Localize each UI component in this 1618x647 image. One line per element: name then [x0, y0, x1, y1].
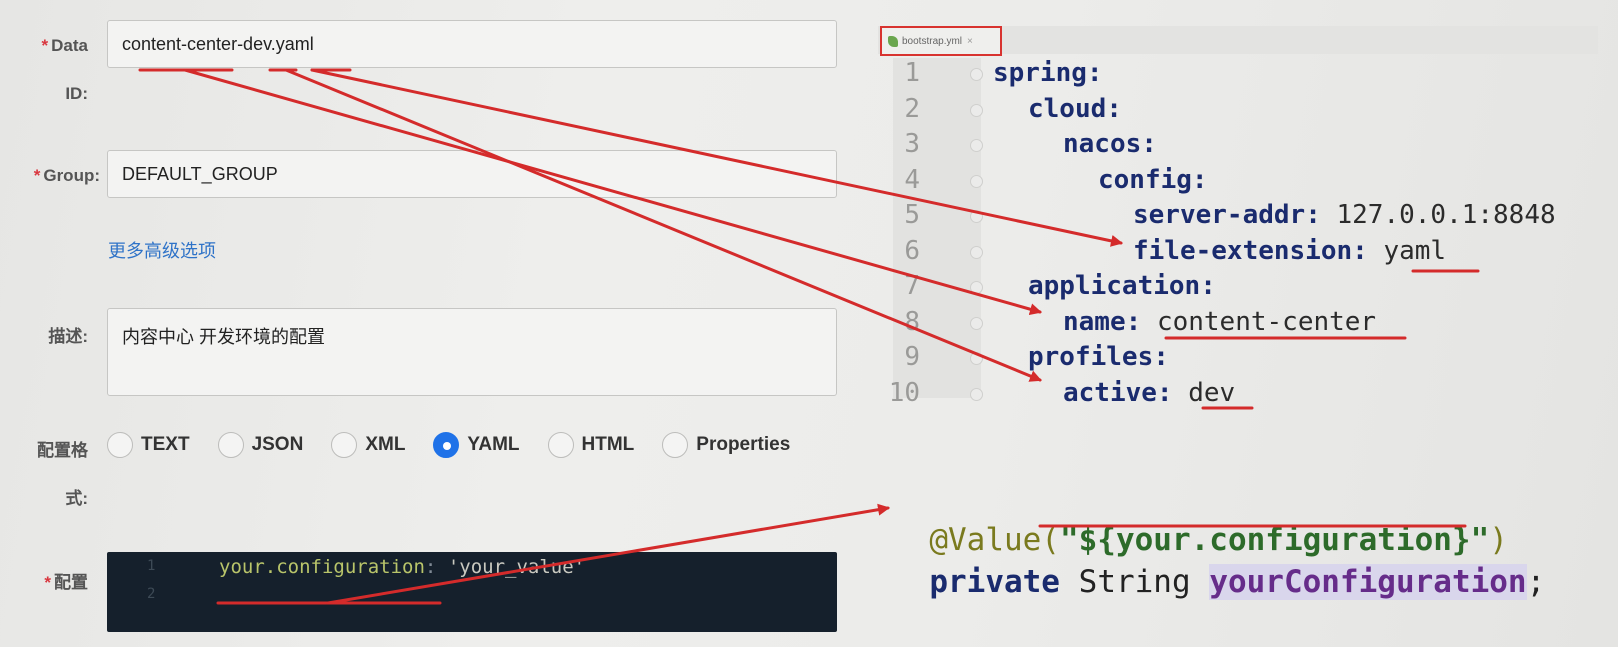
fold-marker-icon[interactable]	[970, 281, 983, 294]
config-editor[interactable]: 1 2 your.configuration: 'your_value'	[107, 552, 837, 632]
data-id-label-line2: ID:	[65, 84, 88, 103]
line-number: 6	[904, 235, 920, 266]
java-field-line: private String yourConfiguration;	[929, 564, 1546, 600]
config-key: your.configuration	[219, 556, 425, 578]
description-textarea[interactable]: 内容中心 开发环境的配置	[107, 308, 837, 396]
group-label: * Group:	[33, 166, 100, 185]
format-radio-text[interactable]: TEXT	[107, 432, 190, 458]
data-id-input[interactable]: content-center-dev.yaml	[107, 20, 837, 68]
yaml-line: server-addr: 127.0.0.1:8848	[1133, 200, 1556, 230]
yaml-value: dev	[1188, 377, 1236, 408]
fold-marker-icon[interactable]	[970, 352, 983, 365]
yaml-separator: :	[1153, 342, 1169, 372]
description-label: 描述:	[48, 327, 88, 346]
line-number: 1	[904, 58, 920, 88]
group-input[interactable]: DEFAULT_GROUP	[107, 150, 837, 198]
fold-marker-icon[interactable]	[970, 210, 983, 223]
radio-circle-selected	[433, 432, 460, 458]
fold-marker-icon[interactable]	[970, 174, 983, 188]
radio-circle	[217, 432, 244, 458]
yaml-value: 127.0.0.1:8848	[1336, 200, 1556, 230]
line-number: 5	[904, 200, 920, 230]
yaml-separator: :	[1305, 200, 1337, 230]
format-radio-group: TEXT JSON XML YAML HTML Properties	[107, 432, 818, 458]
line-number: 9	[904, 342, 920, 372]
yaml-separator: :	[1125, 306, 1157, 337]
yaml-line: active: dev	[1063, 378, 1235, 408]
format-radio-yaml[interactable]: YAML	[433, 432, 520, 458]
radio-circle	[331, 432, 358, 458]
yaml-line: name: content-center	[1063, 307, 1376, 337]
yaml-line: nacos:	[1063, 129, 1157, 159]
data-id-value: content-center-dev.yaml	[122, 33, 314, 54]
format-label-line2: 式:	[65, 489, 88, 508]
close-icon[interactable]: ×	[967, 36, 973, 47]
format-radio-xml[interactable]: XML	[331, 432, 405, 458]
fold-marker-icon[interactable]	[970, 103, 983, 117]
yaml-key: file-extension	[1133, 235, 1353, 266]
yaml-line: cloud:	[1028, 94, 1122, 124]
line-number: 10	[888, 377, 920, 408]
config-value: 'your_value'	[447, 556, 586, 578]
java-field-name: yourConfiguration	[1209, 564, 1527, 600]
yaml-value: yaml	[1383, 235, 1447, 266]
format-radio-json[interactable]: JSON	[217, 432, 303, 458]
yaml-key: nacos	[1063, 129, 1142, 159]
yaml-line: profiles:	[1028, 342, 1169, 372]
yaml-key: name	[1063, 306, 1126, 337]
data-id-label: * Data	[41, 36, 88, 55]
yaml-file-icon	[888, 35, 898, 47]
line-number: 4	[904, 164, 920, 195]
yaml-separator: :	[1086, 58, 1103, 88]
config-label: * 配置	[44, 573, 88, 592]
yaml-line: config:	[1098, 165, 1208, 195]
editor-line-1: your.configuration: 'your_value'	[219, 556, 586, 578]
fold-marker-icon[interactable]	[970, 245, 983, 259]
yaml-separator: :	[1106, 93, 1122, 124]
yaml-separator: :	[1191, 164, 1208, 195]
fold-marker-icon[interactable]	[970, 68, 983, 81]
radio-circle	[547, 432, 574, 458]
radio-circle	[107, 432, 133, 458]
line-number: 8	[904, 306, 920, 337]
yaml-key: config	[1098, 164, 1192, 195]
yaml-separator: :	[1141, 129, 1157, 159]
yaml-key: application	[1028, 271, 1201, 301]
yaml-separator: :	[1352, 235, 1384, 266]
line-number: 3	[904, 129, 920, 159]
description-value: 内容中心 开发环境的配置	[122, 327, 325, 347]
format-radio-properties[interactable]: Properties	[662, 432, 790, 458]
editor-line-number: 2	[147, 586, 156, 602]
yaml-separator: :	[1156, 377, 1189, 408]
yaml-line: spring:	[993, 58, 1103, 88]
line-number: 7	[904, 271, 920, 301]
format-radio-html[interactable]: HTML	[547, 432, 634, 458]
yaml-key: profiles	[1028, 342, 1154, 372]
yaml-key: server-addr	[1133, 200, 1306, 230]
tab-bootstrap-yml[interactable]: bootstrap.yml ×	[880, 26, 1002, 56]
line-number: 2	[904, 93, 920, 124]
yaml-line: file-extension: yaml	[1133, 236, 1446, 266]
radio-circle	[662, 432, 689, 458]
advanced-options-link[interactable]: 更多高级选项	[108, 237, 216, 263]
yaml-separator: :	[1200, 271, 1216, 301]
yaml-key: active	[1063, 377, 1157, 408]
yaml-key: cloud	[1028, 93, 1107, 124]
format-label: 配置格	[37, 441, 88, 460]
yaml-key: spring	[993, 58, 1087, 88]
fold-marker-icon[interactable]	[970, 316, 983, 330]
editor-line-number: 1	[147, 558, 156, 574]
fold-marker-icon[interactable]	[970, 139, 983, 152]
yaml-line: application:	[1028, 271, 1216, 301]
fold-marker-icon[interactable]	[970, 387, 983, 401]
group-value: DEFAULT_GROUP	[122, 163, 278, 184]
yaml-value: content-center	[1156, 306, 1377, 337]
